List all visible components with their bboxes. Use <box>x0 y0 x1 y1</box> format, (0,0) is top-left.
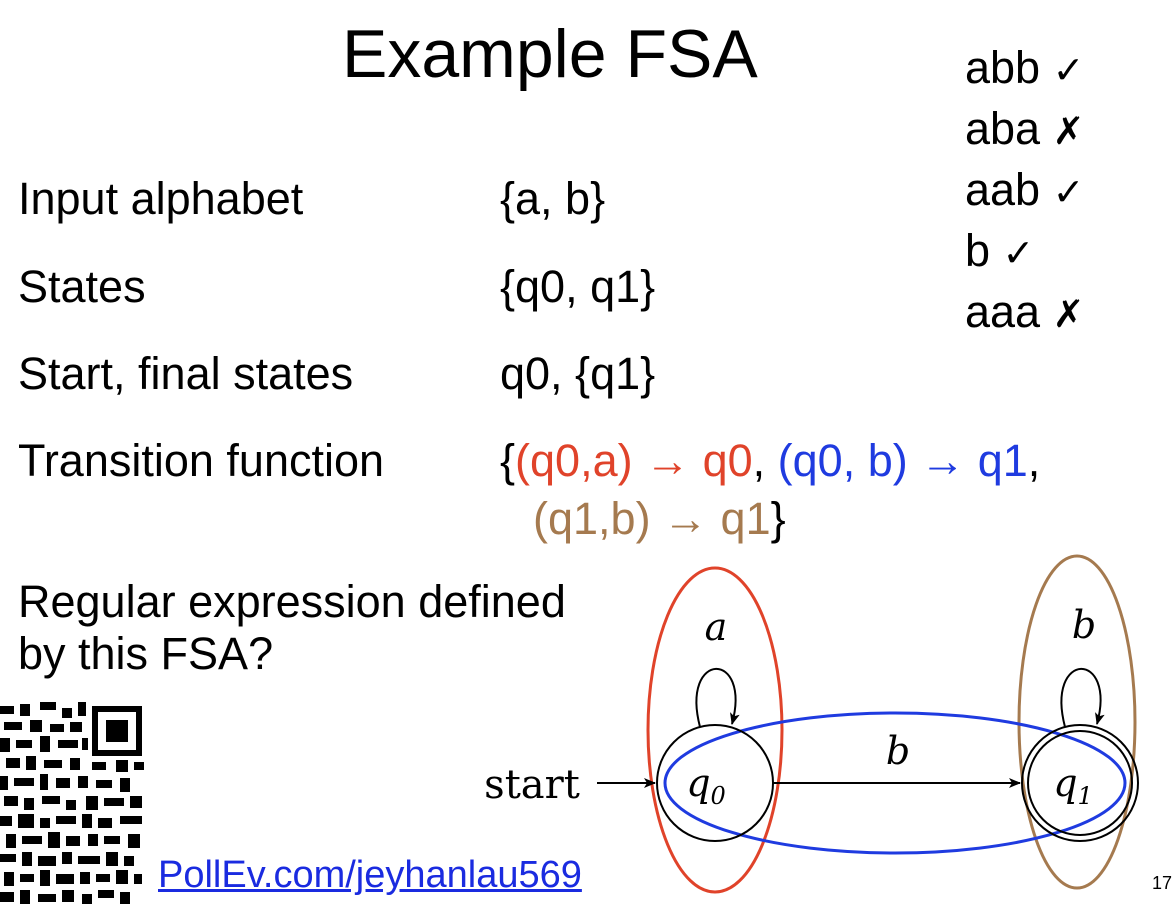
state-q0-label: q0 <box>686 761 726 810</box>
start-label: start <box>484 762 580 808</box>
self-loop-q1 <box>1060 667 1105 728</box>
fsa-diagram: start q0 q1 a b b <box>484 554 1139 894</box>
self-loop-q0 <box>695 667 740 728</box>
state-q1-label: q1 <box>1053 761 1093 810</box>
edge-label-b: b <box>886 729 910 773</box>
edge-label-b-loop: b <box>1072 603 1096 647</box>
edge-label-a: a <box>705 605 728 649</box>
